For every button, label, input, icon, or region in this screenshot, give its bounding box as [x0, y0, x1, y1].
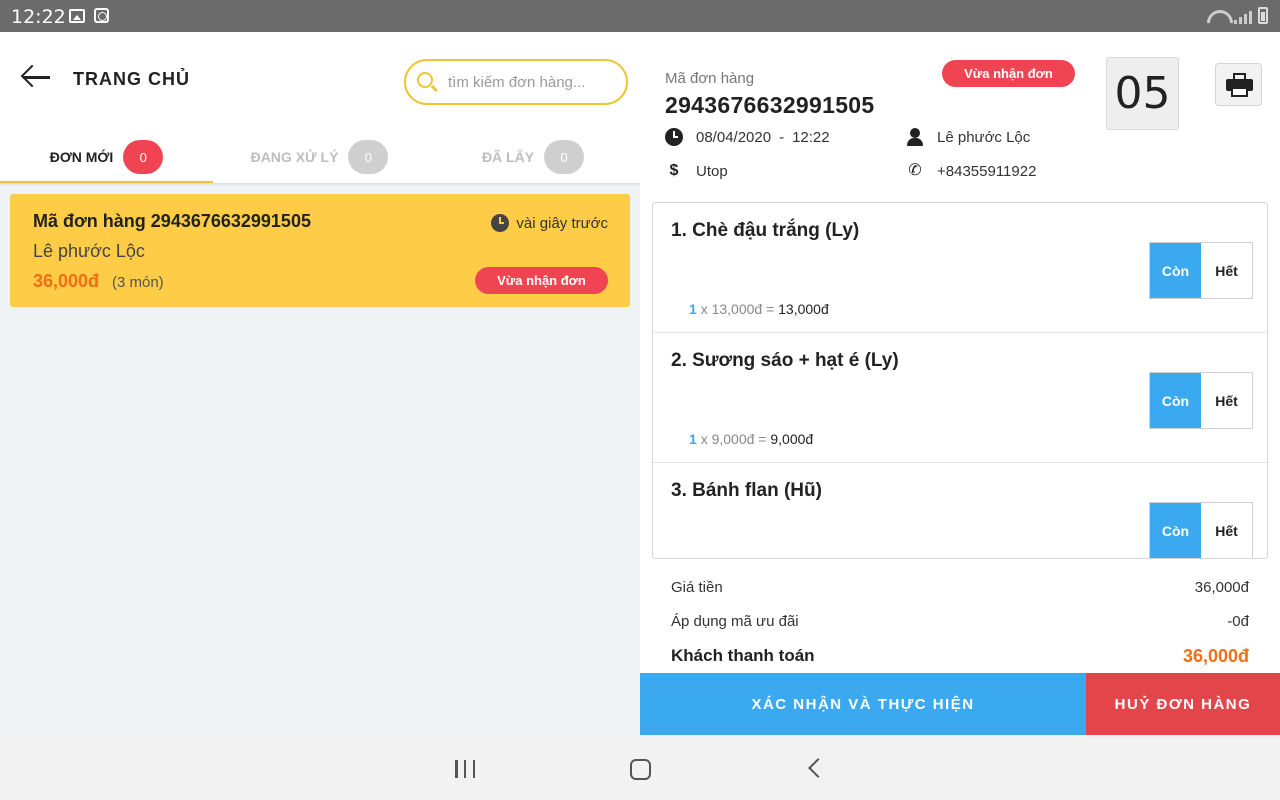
- availability-toggle: Còn Hết: [1149, 502, 1253, 558]
- item-price-calc: 1 x 13,000đ = 13,000đ: [689, 301, 829, 317]
- order-card-customer: Lê phước Lộc: [33, 241, 145, 261]
- print-button[interactable]: [1215, 63, 1262, 106]
- order-detail-panel: Mã đơn hàng 2943676632991505 Vừa nhận đơ…: [640, 32, 1280, 735]
- customer-name: Lê phước Lộc: [937, 128, 1031, 146]
- subtotal-label: Giá tiền: [671, 579, 723, 596]
- order-tabs: ĐƠN MỚI 0 ĐANG XỬ LÝ 0 ĐÃ LẤY 0: [0, 131, 640, 183]
- order-item: 3. Bánh flan (Hũ) Còn Hết: [653, 463, 1267, 558]
- tab-count-badge: 0: [123, 140, 164, 174]
- status-icons: [1206, 7, 1268, 24]
- item-name: 1. Chè đậu trắng (Ly): [671, 220, 860, 241]
- item-total: 13,000đ: [778, 301, 829, 317]
- item-unit-price: x 9,000đ =: [700, 431, 767, 447]
- tab-new-orders[interactable]: ĐƠN MỚI 0: [0, 131, 213, 183]
- available-button[interactable]: Còn: [1150, 373, 1201, 428]
- page-title: TRANG CHỦ: [73, 69, 190, 89]
- tab-label: ĐANG XỬ LÝ: [250, 149, 339, 165]
- user-icon: [906, 128, 924, 146]
- search-input[interactable]: [448, 71, 618, 93]
- back-icon[interactable]: [808, 758, 828, 778]
- order-item: 1. Chè đậu trắng (Ly) Còn Hết 1 x 13,000…: [653, 203, 1267, 333]
- total-row: Khách thanh toán 36,000đ: [671, 646, 1249, 667]
- order-items-list[interactable]: 1. Chè đậu trắng (Ly) Còn Hết 1 x 13,000…: [652, 202, 1268, 559]
- item-qty: 1: [689, 301, 697, 317]
- confirm-order-button[interactable]: XÁC NHẬN VÀ THỰC HIỆN: [640, 673, 1086, 735]
- order-card-status-badge: Vừa nhận đơn: [475, 267, 608, 294]
- order-status-badge: Vừa nhận đơn: [942, 60, 1075, 87]
- order-card-title: Mã đơn hàng 2943676632991505: [33, 211, 311, 231]
- order-time: 12:22: [792, 128, 830, 146]
- item-name: 2. Sương sáo + hạt é (Ly): [671, 350, 899, 371]
- discount-label: Áp dụng mã ưu đãi: [671, 613, 799, 630]
- discount-row: Áp dụng mã ưu đãi -0đ: [671, 613, 1249, 630]
- order-card[interactable]: Mã đơn hàng 2943676632991505 vài giây tr…: [10, 194, 630, 307]
- header-divider: [0, 183, 640, 186]
- orders-header: TRANG CHỦ ĐƠN MỚI 0 ĐANG XỬ LÝ 0 ĐÃ LẤY …: [0, 32, 640, 183]
- recent-apps-icon[interactable]: [455, 760, 475, 778]
- tab-processing[interactable]: ĐANG XỬ LÝ 0: [213, 131, 426, 183]
- signal-icon: [1234, 8, 1252, 24]
- availability-toggle: Còn Hết: [1149, 242, 1253, 299]
- total-value: 36,000đ: [1182, 646, 1249, 666]
- system-nav-bar: [0, 735, 1280, 800]
- order-card-time: vài giây trước: [491, 214, 608, 232]
- order-id-label: Mã đơn hàng: [665, 70, 755, 87]
- order-card-price: 36,000đ: [33, 271, 100, 291]
- order-customer: Lê phước Lộc: [906, 128, 1030, 146]
- status-bar: 12:22: [0, 0, 1280, 32]
- tab-picked-up[interactable]: ĐÃ LẤY 0: [426, 131, 640, 183]
- total-label: Khách thanh toán: [671, 646, 815, 665]
- tab-label: ĐƠN MỚI: [49, 149, 114, 165]
- sold-out-button[interactable]: Hết: [1201, 243, 1252, 298]
- item-price-calc: 1 x 9,000đ = 9,000đ: [689, 431, 813, 447]
- battery-icon: [1258, 7, 1268, 24]
- order-payment: $ Utop: [665, 162, 728, 180]
- order-phone: ✆ +84355911922: [906, 162, 1036, 180]
- search-box[interactable]: [404, 59, 628, 105]
- wifi-icon: [1206, 8, 1228, 24]
- order-datetime: 08/04/2020 - 12:22: [665, 128, 830, 146]
- subtotal-value: 36,000đ: [1194, 579, 1249, 596]
- app-notification-icon: [94, 8, 109, 23]
- printer-icon-paper: [1231, 87, 1248, 97]
- status-time: 12:22: [11, 6, 66, 28]
- sold-out-button[interactable]: Hết: [1201, 503, 1252, 558]
- order-number: 05: [1106, 57, 1179, 130]
- item-qty: 1: [689, 431, 697, 447]
- order-card-time-text: vài giây trước: [516, 214, 608, 232]
- datetime-separator: -: [779, 128, 785, 146]
- item-unit-price: x 13,000đ =: [700, 301, 775, 317]
- availability-toggle: Còn Hết: [1149, 372, 1253, 429]
- subtotal-row: Giá tiền 36,000đ: [671, 579, 1249, 596]
- customer-phone: +84355911922: [937, 162, 1037, 180]
- tab-count-badge: 0: [348, 140, 389, 174]
- order-id: 2943676632991505: [665, 92, 875, 118]
- discount-value: -0đ: [1227, 613, 1249, 630]
- order-item: 2. Sương sáo + hạt é (Ly) Còn Hết 1 x 9,…: [653, 333, 1267, 463]
- order-card-item-count: (3 món): [112, 274, 164, 291]
- back-arrow-icon[interactable]: [20, 64, 52, 90]
- item-name: 3. Bánh flan (Hũ): [671, 480, 822, 501]
- phone-icon: ✆: [908, 162, 922, 179]
- home-icon[interactable]: [630, 759, 651, 780]
- dollar-icon: $: [669, 162, 679, 179]
- available-button[interactable]: Còn: [1150, 243, 1201, 298]
- orders-panel: TRANG CHỦ ĐƠN MỚI 0 ĐANG XỬ LÝ 0 ĐÃ LẤY …: [0, 32, 640, 735]
- order-date: 08/04/2020: [696, 128, 772, 146]
- tab-label: ĐÃ LẤY: [481, 149, 535, 165]
- cancel-order-button[interactable]: HUỶ ĐƠN HÀNG: [1086, 673, 1280, 735]
- payment-method: Utop: [696, 162, 728, 180]
- search-icon: [417, 72, 433, 88]
- clock-icon: [665, 128, 683, 146]
- gallery-notification-icon: [69, 9, 85, 23]
- sold-out-button[interactable]: Hết: [1201, 373, 1252, 428]
- tab-count-badge: 0: [544, 140, 585, 174]
- available-button[interactable]: Còn: [1150, 503, 1201, 558]
- clock-icon: [491, 214, 510, 232]
- item-total: 9,000đ: [770, 431, 814, 447]
